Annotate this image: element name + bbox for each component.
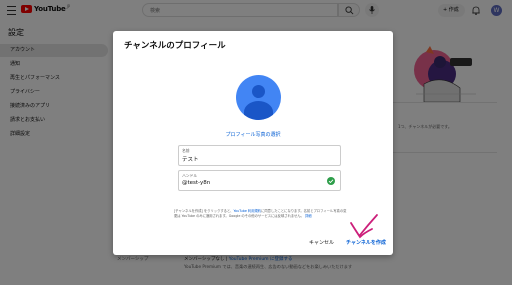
dialog-title: チャンネルのプロフィール bbox=[124, 41, 226, 51]
handle-value: @test-y8n bbox=[182, 180, 211, 186]
learn-more-link[interactable]: 詳細 bbox=[305, 214, 312, 218]
handle-field[interactable]: ハンドル @test-y8n bbox=[178, 170, 341, 191]
name-field[interactable]: 名前 テスト bbox=[178, 145, 341, 166]
annotation-arrow-icon bbox=[350, 214, 378, 239]
cancel-button[interactable]: キャンセル bbox=[309, 239, 334, 246]
handle-label: ハンドル bbox=[182, 173, 198, 178]
default-avatar-head bbox=[252, 85, 265, 98]
profile-picture[interactable] bbox=[236, 75, 281, 120]
terms-text: [チャンネルを作成] をクリックすると、 bbox=[174, 209, 234, 213]
name-value: テスト bbox=[182, 157, 199, 163]
name-label: 名前 bbox=[182, 148, 190, 153]
default-avatar-body bbox=[244, 101, 273, 120]
terms-notice: [チャンネルを作成] をクリックすると、YouTube 利用規約に同意したことに… bbox=[174, 209, 347, 219]
terms-link[interactable]: YouTube 利用規約 bbox=[233, 209, 261, 213]
select-profile-picture-link[interactable]: プロフィール写真の選択 bbox=[113, 131, 393, 138]
check-circle-icon bbox=[327, 177, 335, 185]
